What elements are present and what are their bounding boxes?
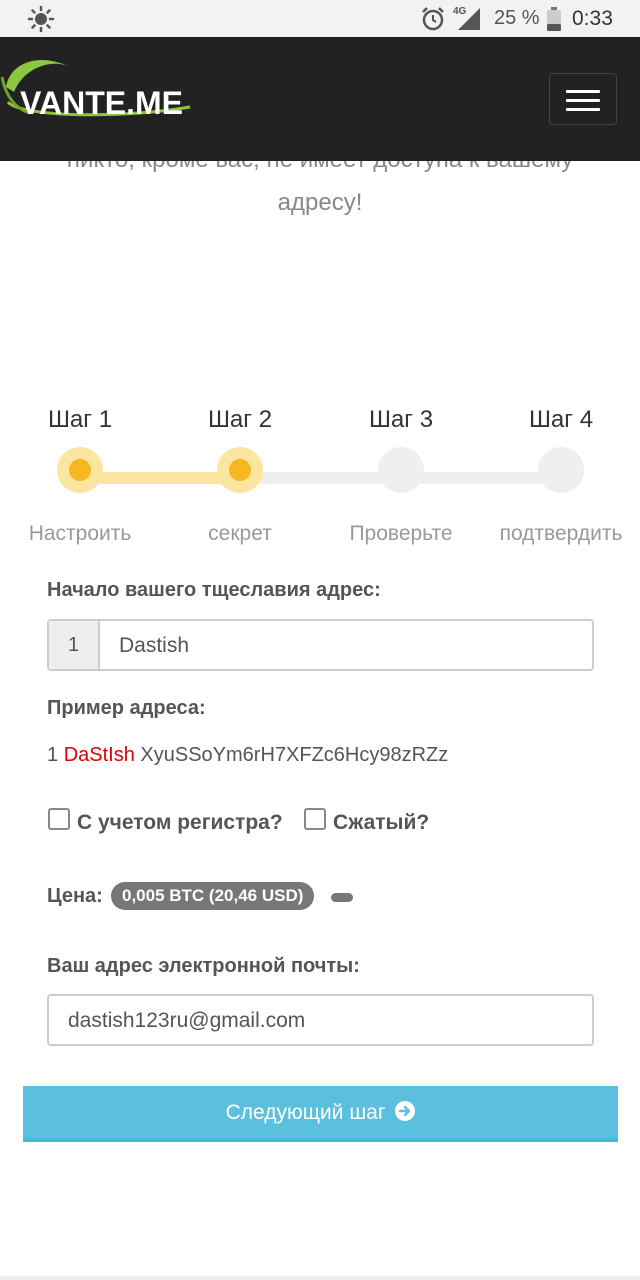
step-3-title: Шаг 3 [368,406,434,433]
step-4-title: Шаг 4 [528,406,594,433]
case-sensitive-checkbox[interactable] [48,808,70,830]
example-highlight: DaStIsh [63,744,135,766]
compressed-checkbox[interactable] [304,808,326,830]
prefix-addon: 1 [49,621,100,669]
logo-text: VANTE.ME [20,85,183,121]
price-badge: 0,005 BTC (20,46 USD) [111,882,315,910]
signal-icon [458,8,480,30]
prefix-label: Начало вашего тщеславия адрес: [47,579,381,601]
step-3-dot [378,447,424,493]
clock: 0:33 [572,7,613,30]
bottom-divider [0,1276,640,1280]
step-1-title: Шаг 1 [47,406,113,433]
step-4-dot [538,447,584,493]
alarm-icon [422,7,444,31]
intro-line-1: никто, кроме вас, не имеет доступа к ваш… [40,161,600,181]
intro-text: никто, кроме вас, не имеет доступа к ваш… [40,161,600,224]
menu-toggle-button[interactable] [549,73,617,125]
step-4-label: подтвердить [499,522,623,545]
step-2-label: секрет [208,522,272,545]
prefix-input-group[interactable]: 1 Dastish [47,619,594,671]
status-bar: 4G 25 % 0:33 [0,0,640,37]
navbar: VANTE.ME [0,37,640,161]
example-address: 1 DaStIsh XyuSSoYm6rH7XFZc6Hcy98zRZz [47,744,448,767]
intro-section: никто, кроме вас, не имеет доступа к ваш… [0,161,640,281]
email-field[interactable]: dastish123ru@gmail.com [47,994,594,1046]
brightness-icon [27,5,55,33]
step-track-active [80,472,240,484]
email-label: Ваш адрес электронной почты: [47,955,360,977]
battery-percent: 25 % [494,7,540,29]
battery-icon [547,7,561,31]
arrow-circle-right-icon [395,1101,416,1121]
price-label: Цена: [47,885,103,907]
next-step-label: Следующий шаг [225,1101,386,1124]
compressed-label[interactable]: Сжатый? [333,811,429,835]
example-prefix: 1 [47,744,64,766]
step-2-dot [217,447,263,493]
step-2-title: Шаг 2 [207,406,273,433]
intro-line-2: адресу! [277,189,363,216]
step-1-label: Настроить [28,522,132,545]
next-step-button[interactable]: Следующий шаг [23,1086,618,1142]
example-rest: XyuSSoYm6rH7XFZc6Hcy98zRZz [134,744,449,766]
case-sensitive-label[interactable]: С учетом регистра? [77,811,283,835]
hamburger-line-icon [566,90,600,93]
step-1-dot [57,447,103,493]
prefix-input[interactable]: Dastish [119,634,189,658]
site-logo[interactable]: VANTE.ME [0,47,200,121]
step-3-label: Проверьте [349,522,453,545]
hamburger-line-icon [566,99,600,102]
price-extra-badge [331,893,353,902]
hamburger-line-icon [566,108,600,111]
email-value: dastish123ru@gmail.com [68,1009,306,1032]
example-label: Пример адреса: [47,697,206,719]
